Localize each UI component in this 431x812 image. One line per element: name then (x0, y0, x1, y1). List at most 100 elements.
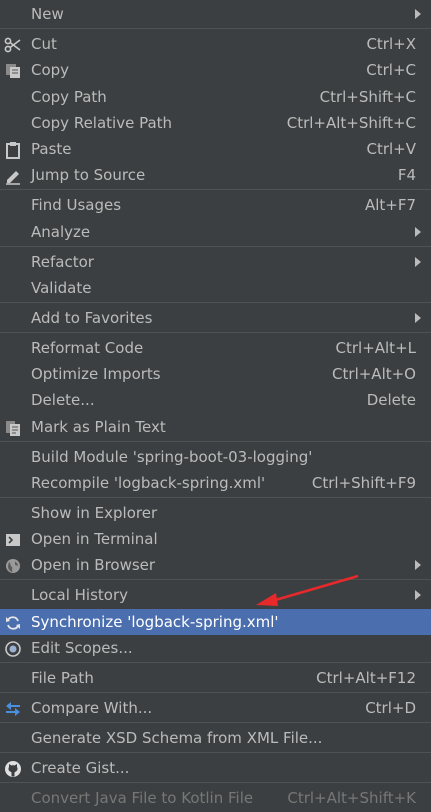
menu-separator (0, 497, 431, 498)
menu-item-validate[interactable]: Validate (0, 275, 431, 301)
menu-separator (0, 302, 431, 303)
menu-item-label: Mark as Plain Text (31, 418, 166, 436)
menu-item-edit-scopes[interactable]: Edit Scopes... (0, 635, 431, 661)
menu-item-cut[interactable]: Cut Ctrl+X (0, 31, 431, 57)
menu-item-label: Local History (31, 586, 129, 604)
menu-item-file-path[interactable]: File Path Ctrl+Alt+F12 (0, 665, 431, 691)
menu-item-optimize-imports[interactable]: Optimize Imports Ctrl+Alt+O (0, 361, 431, 387)
menu-item-create-gist[interactable]: Create Gist... (0, 755, 431, 781)
menu-item-label: Synchronize 'logback-spring.xml' (31, 613, 279, 631)
menu-item-add-to-favorites[interactable]: Add to Favorites (0, 305, 431, 331)
menu-item-shortcut: Ctrl+Alt+Shift+K (287, 789, 416, 807)
menu-item-label: New (31, 5, 64, 23)
submenu-arrow-icon (415, 257, 421, 267)
scissors-icon (3, 35, 22, 54)
menu-item-label: Open in Browser (31, 556, 156, 574)
menu-item-label: Reformat Code (31, 339, 144, 357)
menu-item-copy-relative-path[interactable]: Copy Relative Path Ctrl+Alt+Shift+C (0, 110, 431, 136)
menu-item-delete[interactable]: Delete... Delete (0, 387, 431, 413)
paste-icon (3, 140, 22, 159)
menu-item-label: Create Gist... (31, 759, 130, 777)
menu-separator (0, 441, 431, 442)
menu-item-show-in-explorer[interactable]: Show in Explorer (0, 500, 431, 526)
menu-item-recompile[interactable]: Recompile 'logback-spring.xml' Ctrl+Shif… (0, 470, 431, 496)
menu-separator (0, 332, 431, 333)
menu-item-shortcut: Ctrl+Shift+C (319, 88, 416, 106)
submenu-arrow-icon (415, 590, 421, 600)
menu-item-label: Analyze (31, 223, 91, 241)
menu-item-shortcut: Ctrl+Alt+F12 (316, 669, 416, 687)
submenu-arrow-icon (415, 313, 421, 323)
submenu-arrow-icon (415, 560, 421, 570)
github-icon (3, 759, 22, 778)
menu-item-label: Jump to Source (31, 166, 146, 184)
menu-item-label: Add to Favorites (31, 309, 153, 327)
menu-separator (0, 722, 431, 723)
menu-item-label: Generate XSD Schema from XML File... (31, 729, 323, 747)
menu-item-open-in-browser[interactable]: Open in Browser (0, 552, 431, 578)
menu-item-label: Open in Terminal (31, 530, 158, 548)
menu-separator (0, 579, 431, 580)
menu-item-label: Recompile 'logback-spring.xml' (31, 474, 266, 492)
menu-item-refactor[interactable]: Refactor (0, 249, 431, 275)
menu-item-label: Find Usages (31, 196, 122, 214)
submenu-arrow-icon (415, 227, 421, 237)
menu-item-copy-path[interactable]: Copy Path Ctrl+Shift+C (0, 84, 431, 110)
menu-item-shortcut: Ctrl+Alt+O (332, 365, 416, 383)
menu-item-label: Build Module 'spring-boot-03-logging' (31, 448, 313, 466)
menu-item-synchronize[interactable]: Synchronize 'logback-spring.xml' (0, 609, 431, 635)
menu-item-local-history[interactable]: Local History (0, 582, 431, 608)
menu-item-shortcut: F4 (397, 166, 416, 184)
menu-item-label: Copy Relative Path (31, 114, 173, 132)
menu-item-reformat-code[interactable]: Reformat Code Ctrl+Alt+L (0, 335, 431, 361)
menu-item-paste[interactable]: Paste Ctrl+V (0, 136, 431, 162)
sync-icon (3, 613, 22, 632)
menu-item-shortcut: Ctrl+C (366, 61, 416, 79)
menu-separator (0, 28, 431, 29)
menu-separator (0, 692, 431, 693)
menu-item-shortcut: Ctrl+Alt+Shift+C (286, 114, 416, 132)
menu-item-open-in-terminal[interactable]: Open in Terminal (0, 526, 431, 552)
menu-item-label: Validate (31, 279, 92, 297)
terminal-icon (3, 530, 22, 549)
menu-item-shortcut: Ctrl+D (365, 699, 416, 717)
menu-item-build-module[interactable]: Build Module 'spring-boot-03-logging' (0, 444, 431, 470)
menu-item-compare-with[interactable]: Compare With... Ctrl+D (0, 695, 431, 721)
menu-item-label: Optimize Imports (31, 365, 161, 383)
menu-item-shortcut: Delete (366, 391, 416, 409)
menu-item-new[interactable]: New (0, 1, 431, 27)
compare-arrows-icon (3, 699, 22, 718)
menu-item-mark-as-plain-text[interactable]: Mark as Plain Text (0, 414, 431, 440)
plain-text-icon (3, 418, 22, 437)
menu-item-shortcut: Ctrl+Alt+L (335, 339, 417, 357)
menu-item-label: Delete... (31, 391, 95, 409)
menu-item-copy[interactable]: Copy Ctrl+C (0, 57, 431, 83)
menu-separator (0, 189, 431, 190)
menu-separator (0, 782, 431, 783)
scope-icon (3, 639, 22, 658)
menu-item-label: Copy Path (31, 88, 107, 106)
menu-item-label: File Path (31, 669, 94, 687)
menu-item-label: Cut (31, 35, 57, 53)
menu-item-find-usages[interactable]: Find Usages Alt+F7 (0, 192, 431, 218)
menu-separator (0, 662, 431, 663)
menu-item-label: Compare With... (31, 699, 153, 717)
menu-item-jump-to-source[interactable]: Jump to Source F4 (0, 162, 431, 188)
menu-item-label: Show in Explorer (31, 504, 158, 522)
menu-item-convert-to-kotlin: Convert Java File to Kotlin File Ctrl+Al… (0, 785, 431, 811)
menu-item-label: Edit Scopes... (31, 639, 133, 657)
context-menu: New Cut Ctrl+X Copy Ctrl+C Copy Path Ctr… (0, 0, 431, 812)
submenu-arrow-icon (415, 9, 421, 19)
menu-item-shortcut: Ctrl+V (366, 140, 416, 158)
pencil-icon (3, 166, 22, 185)
menu-item-shortcut: Ctrl+X (366, 35, 416, 53)
menu-item-shortcut: Alt+F7 (364, 196, 416, 214)
menu-item-shortcut: Ctrl+Shift+F9 (311, 474, 416, 492)
menu-item-analyze[interactable]: Analyze (0, 219, 431, 245)
menu-item-label: Refactor (31, 253, 94, 271)
globe-icon (3, 556, 22, 575)
menu-item-generate-xsd[interactable]: Generate XSD Schema from XML File... (0, 725, 431, 751)
menu-item-label: Paste (31, 140, 72, 158)
menu-item-label: Copy (31, 61, 70, 79)
menu-separator (0, 752, 431, 753)
